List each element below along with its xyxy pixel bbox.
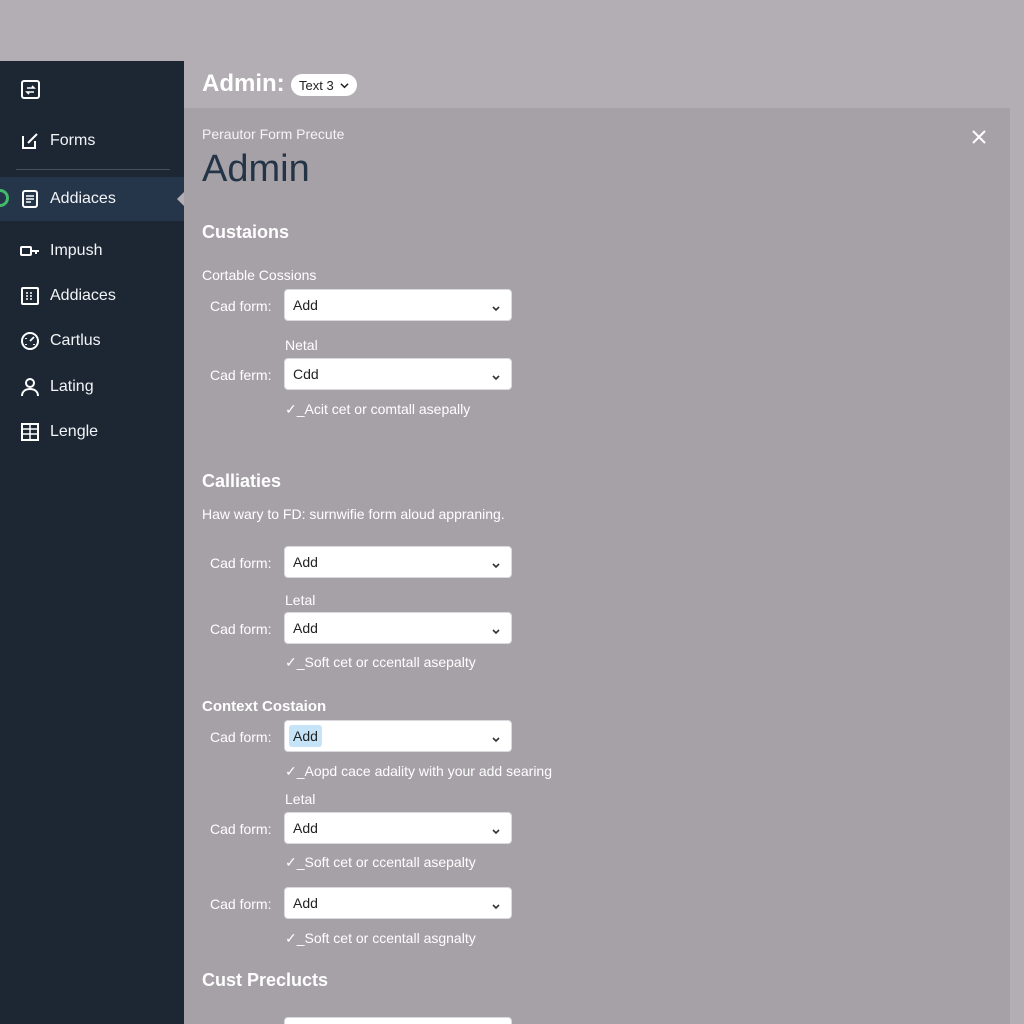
sidebar-item-label: Lengle: [50, 423, 99, 440]
section-title-cust-preclucts: Cust Preclucts: [202, 970, 329, 990]
sidebar-item-lengle[interactable]: Lengle: [0, 410, 184, 454]
select-value: Add: [293, 820, 318, 836]
field-sublabel: Letal: [285, 592, 316, 608]
sidebar-item-label: Cartlus: [50, 332, 101, 349]
chevron-down-icon: [491, 624, 501, 635]
section-note: Haw wary to FD: surnwifie form aloud app…: [202, 506, 505, 522]
field-label: Cad form:: [210, 896, 272, 912]
select-value: Add: [293, 895, 318, 911]
field-label: Cad form:: [210, 821, 272, 837]
app-switch-icon[interactable]: [20, 80, 42, 100]
helper-check-text: ✓_Soft cet or ccentall asgnalty: [285, 930, 476, 946]
sidebar-item-label: Lating: [50, 378, 94, 395]
field-sublabel: Letal: [285, 791, 316, 807]
user-icon: [20, 377, 40, 397]
helper-check-text: ✓_Acit cet or comtall asepally: [285, 401, 471, 417]
sidebar-item-label: Forms: [50, 132, 96, 149]
key-icon: [20, 241, 40, 261]
select-field[interactable]: Add: [284, 812, 512, 844]
section-title-calliaties: Calliaties: [202, 471, 282, 491]
helper-check-text: ✓_Aopd cace adality with your add searin…: [285, 763, 552, 779]
sidebar-item-lating[interactable]: Lating: [0, 365, 184, 409]
active-indicator-icon: [0, 189, 9, 207]
select-field-focused[interactable]: Add: [284, 720, 512, 752]
chevron-down-icon: [340, 78, 349, 93]
select-value: Add: [293, 554, 318, 570]
select-field[interactable]: Add: [284, 546, 512, 578]
field-label: Cad form:: [210, 729, 272, 745]
select-field[interactable]: [284, 1017, 512, 1024]
select-value: Add: [289, 725, 322, 747]
chevron-down-icon: [491, 732, 501, 743]
panel-subtitle: Perautor Form Precute: [202, 126, 345, 142]
field-label: Cad form:: [210, 555, 272, 571]
select-value: Add: [293, 297, 318, 313]
sidebar-item-addiaces-active[interactable]: Addiaces: [0, 177, 185, 221]
grid-doc-icon: [20, 286, 40, 306]
select-field[interactable]: Add: [284, 887, 512, 919]
select-field[interactable]: Add: [284, 289, 512, 321]
close-icon[interactable]: [969, 127, 989, 147]
sidebar-item-cartlus[interactable]: Cartlus: [0, 319, 184, 363]
sidebar-item-impush[interactable]: Impush: [0, 229, 184, 273]
field-label: Cad form:: [210, 298, 272, 314]
helper-check-text: ✓_Soft cet or ccentall asepalty: [285, 854, 476, 870]
field-label: Cad form:: [210, 621, 272, 637]
select-field[interactable]: Add: [284, 612, 512, 644]
field-sublabel: Netal: [285, 337, 318, 353]
field-label: Cad ferm:: [210, 367, 272, 383]
chevron-down-icon: [491, 899, 501, 910]
page-header-title: Admin:: [202, 70, 285, 97]
chevron-down-icon: [491, 558, 501, 569]
sidebar-divider: [16, 169, 170, 170]
helper-check-text: ✓_Soft cet or ccentall asepalty: [285, 654, 476, 670]
sidebar-item-label: Addiaces: [50, 190, 116, 207]
sidebar-item-label: Impush: [50, 242, 103, 259]
select-field[interactable]: Cdd: [284, 358, 512, 390]
chevron-down-icon: [491, 370, 501, 381]
sidebar-item-forms[interactable]: Forms: [0, 119, 184, 163]
sidebar-item-label: Addiaces: [50, 287, 116, 304]
table-icon: [20, 422, 40, 442]
page-title: Admin: [202, 148, 310, 190]
header-dropdown[interactable]: Text 3: [291, 74, 357, 96]
sidebar: Forms Addiaces Impush Addiaces Cartlus L…: [0, 61, 185, 1024]
header-dropdown-label: Text 3: [299, 77, 334, 93]
document-icon: [20, 189, 40, 209]
select-value: Cdd: [293, 366, 319, 382]
section-title-custaions: Custaions: [202, 222, 290, 242]
sidebar-item-addiaces[interactable]: Addiaces: [0, 274, 184, 318]
section-note: Cortable Cossions: [202, 267, 317, 283]
section-title-context-costaion: Context Costaion: [202, 698, 327, 715]
gauge-icon: [20, 331, 40, 351]
chevron-down-icon: [491, 824, 501, 835]
select-value: Add: [293, 620, 318, 636]
edit-icon: [20, 131, 40, 151]
chevron-down-icon: [491, 301, 501, 312]
